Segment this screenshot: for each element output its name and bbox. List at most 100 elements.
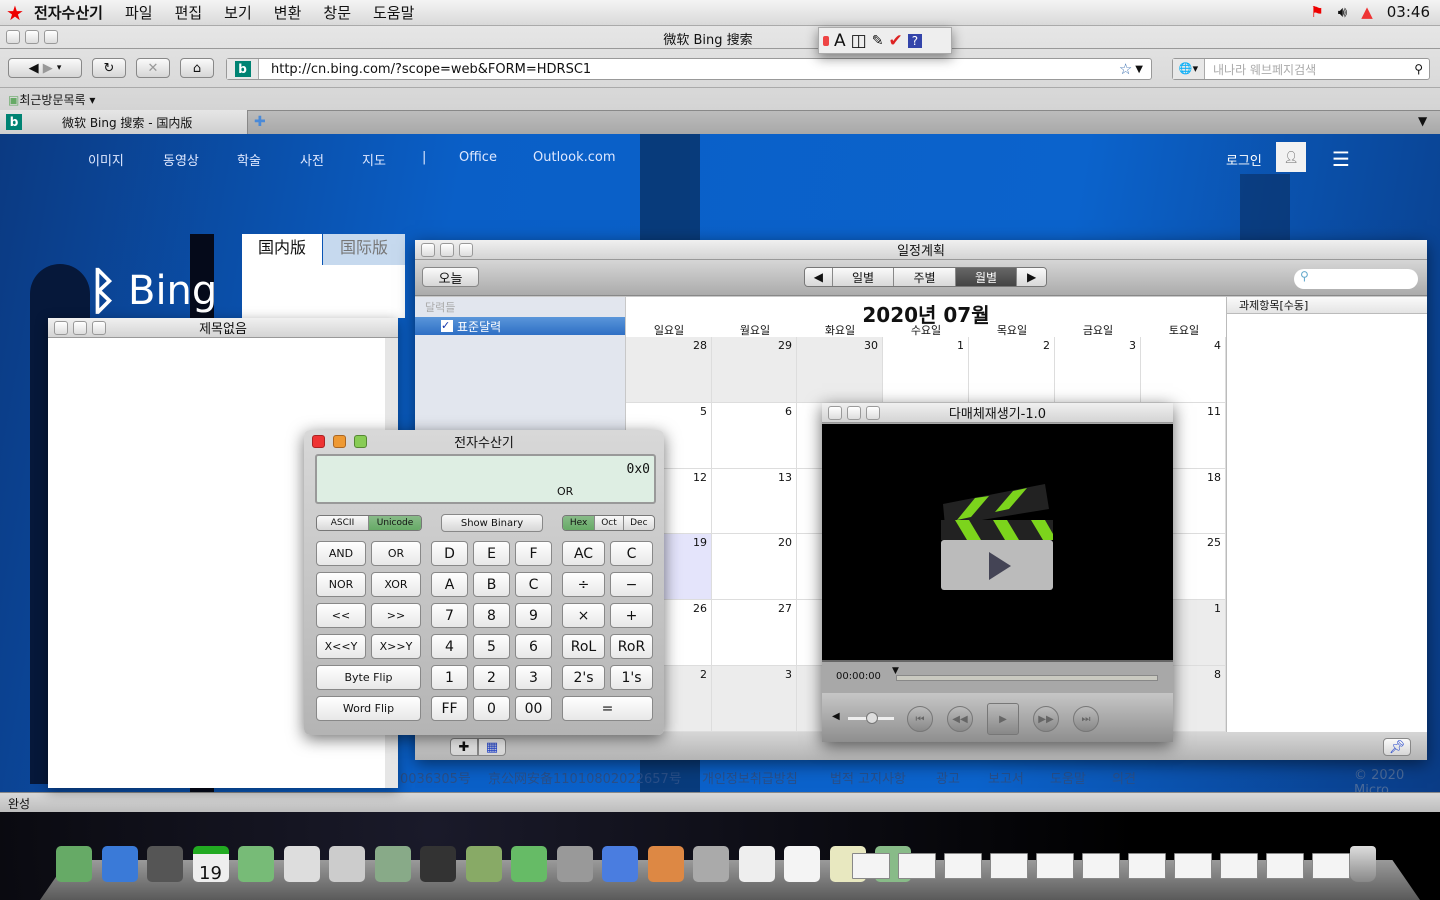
help-book-icon[interactable]: ?: [907, 33, 923, 48]
player-titlebar[interactable]: 다매체재생기-1.0: [822, 403, 1173, 423]
menu-window[interactable]: 창문: [323, 2, 351, 23]
calc-key[interactable]: E: [473, 541, 510, 566]
terminal-icon[interactable]: [420, 846, 456, 882]
footer-legal[interactable]: 법적 고지사항: [830, 768, 906, 787]
calc-key[interactable]: Word Flip: [316, 696, 421, 721]
nav-maps[interactable]: 지도: [362, 150, 386, 169]
calendar-icon[interactable]: 19: [192, 846, 229, 884]
tab-list-icon[interactable]: ▼: [1418, 114, 1427, 128]
notes-icon[interactable]: [602, 846, 638, 882]
window-controls[interactable]: [54, 321, 106, 335]
calc-key[interactable]: RoR: [610, 634, 653, 659]
palette-close-icon[interactable]: [823, 35, 829, 46]
calc-key[interactable]: ×: [562, 603, 605, 628]
calc-key[interactable]: FF: [431, 696, 468, 721]
volume-handle[interactable]: [866, 712, 878, 724]
menu-app-name[interactable]: 전자수산기: [34, 2, 103, 23]
calendar-grid-button[interactable]: ▦: [478, 738, 506, 756]
calendar-day-cell[interactable]: 3: [1055, 337, 1141, 403]
media-player-icon[interactable]: [147, 846, 183, 882]
calc-key[interactable]: Byte Flip: [316, 665, 421, 690]
browser-icon[interactable]: [101, 846, 138, 882]
back-forward-button[interactable]: ◀ ▶ ▾: [8, 58, 82, 78]
bookmark-star-icon[interactable]: ☆: [1119, 60, 1132, 78]
nav-academic[interactable]: 학술: [237, 150, 261, 169]
minimized-window-thumbnail[interactable]: [1082, 853, 1120, 879]
calc-key[interactable]: XOR: [371, 572, 421, 597]
pin-button[interactable]: 📌︎: [1383, 738, 1411, 756]
calc-key[interactable]: 3: [515, 665, 552, 690]
calendar-search-input[interactable]: ⚲: [1294, 269, 1418, 289]
volume-icon[interactable]: 🔊︎: [1338, 3, 1347, 21]
calc-key[interactable]: B: [473, 572, 510, 597]
tab-international[interactable]: 国际版: [323, 234, 405, 265]
calc-key[interactable]: A: [431, 572, 468, 597]
calc-key[interactable]: −: [610, 572, 653, 597]
trash-icon[interactable]: [1350, 846, 1376, 882]
calendar-day-cell[interactable]: 4: [1141, 337, 1226, 403]
nav-images[interactable]: 이미지: [88, 150, 124, 169]
video-area[interactable]: [822, 424, 1173, 660]
seek-slider[interactable]: [896, 675, 1158, 681]
calc-key[interactable]: 00: [515, 696, 552, 721]
calc-key[interactable]: 2: [473, 665, 510, 690]
image-viewer-icon[interactable]: [647, 846, 684, 882]
base-hex[interactable]: Hex: [563, 516, 596, 530]
calc-key[interactable]: 9: [515, 603, 552, 628]
mail-icon[interactable]: [784, 846, 820, 882]
url-dropdown-icon[interactable]: ▼: [1135, 64, 1143, 75]
footer-icp[interactable]: 0036305号: [400, 768, 471, 787]
calendar-day-cell[interactable]: 1: [883, 337, 969, 403]
menu-file[interactable]: 파일: [125, 2, 153, 23]
skip-end-button[interactable]: ⏭︎: [1073, 706, 1099, 732]
checkmark-icon[interactable]: ✔: [888, 31, 902, 51]
calendar-item-standard[interactable]: ✓ 표준달력: [415, 317, 625, 335]
stop-button[interactable]: ✕: [136, 58, 170, 78]
flame-icon[interactable]: ▲: [1361, 3, 1373, 21]
nav-videos[interactable]: 동영상: [163, 150, 199, 169]
history-dropdown-icon[interactable]: ▾: [57, 63, 62, 73]
url-input[interactable]: http://cn.bing.com/?scope=web&FORM=HDRSC…: [271, 62, 1119, 77]
calculator-icon[interactable]: [329, 846, 365, 882]
minimized-window-thumbnail[interactable]: [1128, 853, 1166, 879]
fast-forward-button[interactable]: ▶▶: [1033, 706, 1059, 732]
calendar-day-cell[interactable]: 27: [712, 600, 797, 666]
web-search-box[interactable]: 🌐▾ 내나라 웨브페지검색 ⚲: [1172, 58, 1430, 80]
calc-key[interactable]: 8: [473, 603, 510, 628]
pdf-reader-icon[interactable]: [738, 846, 775, 882]
nav-outlook[interactable]: Outlook.com: [533, 150, 616, 165]
calendar-titlebar[interactable]: 일정계획: [415, 240, 1427, 260]
search-engine-icon[interactable]: 🌐▾: [1173, 59, 1205, 79]
calc-key[interactable]: OR: [371, 541, 421, 566]
calendar-day-cell[interactable]: 20: [712, 534, 797, 600]
utilities-icon[interactable]: [693, 846, 729, 882]
today-button[interactable]: 오늘: [422, 267, 479, 287]
menu-help[interactable]: 도움말: [373, 2, 414, 23]
untitled-titlebar[interactable]: 제목없음: [48, 318, 398, 338]
nav-dictionary[interactable]: 사전: [300, 150, 324, 169]
login-link[interactable]: 로그인: [1226, 150, 1262, 169]
prev-icon[interactable]: ◀: [805, 268, 833, 286]
footer-feedback[interactable]: 의견: [1112, 768, 1136, 787]
file-manager-icon[interactable]: [56, 846, 92, 882]
contacts-icon[interactable]: [238, 846, 274, 882]
clock[interactable]: 03:46: [1387, 3, 1430, 21]
footer-privacy[interactable]: 개인정보취급방침: [702, 768, 798, 787]
system-tools-icon[interactable]: [374, 846, 411, 882]
seek-handle[interactable]: ▼: [892, 666, 899, 676]
calendar-day-cell[interactable]: 28: [626, 337, 712, 403]
minimized-window-thumbnail[interactable]: [1266, 853, 1304, 879]
bookmarks-menu[interactable]: ▣최근방문목록 ▾: [8, 91, 95, 108]
minimized-window-thumbnail[interactable]: [898, 853, 936, 879]
hamburger-menu-icon[interactable]: ☰: [1332, 147, 1350, 171]
layout-icon[interactable]: ◫: [851, 31, 867, 51]
reload-button[interactable]: ↻: [92, 58, 126, 78]
calc-key[interactable]: X<<Y: [316, 634, 366, 659]
menu-view[interactable]: 보기: [224, 2, 252, 23]
checkbox-icon[interactable]: ✓: [441, 320, 453, 332]
view-week[interactable]: 주별: [894, 268, 956, 286]
minimized-window-thumbnail[interactable]: [1036, 853, 1074, 879]
calc-key[interactable]: +: [610, 603, 653, 628]
search-icon[interactable]: ⚲: [1414, 62, 1423, 76]
calc-key[interactable]: 5: [473, 634, 510, 659]
